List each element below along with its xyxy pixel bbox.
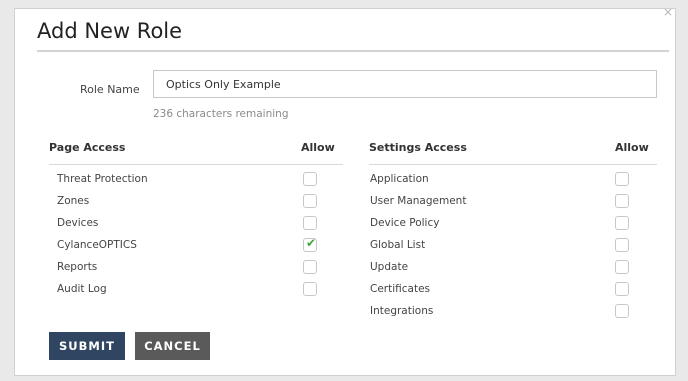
settings-access-item-checkbox[interactable] — [615, 238, 629, 252]
submit-button[interactable]: SUBMIT — [49, 332, 125, 360]
role-name-input[interactable] — [153, 70, 657, 98]
settings-access-divider — [369, 164, 657, 165]
page-access-item-label: Devices — [57, 217, 99, 229]
checkmark-icon: ✔ — [305, 236, 317, 250]
page-access-item-label: Reports — [57, 261, 98, 273]
page-access-item-checkbox[interactable] — [303, 282, 317, 296]
settings-access-item-checkbox[interactable] — [615, 282, 629, 296]
cancel-button[interactable]: CANCEL — [135, 332, 210, 360]
settings-access-item-label: Application — [370, 173, 429, 185]
characters-remaining: 236 characters remaining — [153, 108, 289, 120]
close-icon[interactable]: × — [663, 5, 673, 19]
page-access-item-label: Audit Log — [57, 283, 107, 295]
role-name-label: Role Name — [80, 83, 140, 96]
settings-access-item-label: Certificates — [370, 283, 431, 295]
page-access-allow-header: Allow — [301, 141, 335, 154]
page-access-item-label: Zones — [57, 195, 90, 207]
settings-access-item-checkbox[interactable] — [615, 304, 629, 318]
settings-access-item-label: Device Policy — [370, 217, 440, 229]
settings-access-item-checkbox[interactable] — [615, 216, 629, 230]
settings-access-item-label: Global List — [370, 239, 426, 251]
page-access-header: Page Access — [49, 141, 126, 154]
settings-access-item-checkbox[interactable] — [615, 260, 629, 274]
title-divider — [37, 50, 669, 52]
page-access-item-label: CylanceOPTICS — [57, 239, 137, 251]
page-access-item-checkbox[interactable]: ✔ — [303, 236, 317, 252]
settings-access-item-label: User Management — [370, 195, 467, 207]
page-access-item-label: Threat Protection — [57, 173, 148, 185]
page-access-divider — [49, 164, 343, 165]
settings-access-header: Settings Access — [369, 141, 467, 154]
page-access-item-checkbox[interactable] — [303, 194, 317, 208]
page-access-item-checkbox[interactable] — [303, 260, 317, 274]
settings-access-item-checkbox[interactable] — [615, 172, 629, 186]
settings-access-item-label: Update — [370, 261, 409, 273]
page-access-item-checkbox[interactable] — [303, 172, 317, 186]
page-access-item-checkbox[interactable] — [303, 216, 317, 230]
settings-access-item-checkbox[interactable] — [615, 194, 629, 208]
add-role-dialog: × Add New Role Role Name 236 characters … — [14, 5, 676, 376]
settings-access-allow-header: Allow — [615, 141, 649, 154]
dialog-title: Add New Role — [37, 19, 183, 43]
settings-access-item-label: Integrations — [370, 305, 434, 317]
